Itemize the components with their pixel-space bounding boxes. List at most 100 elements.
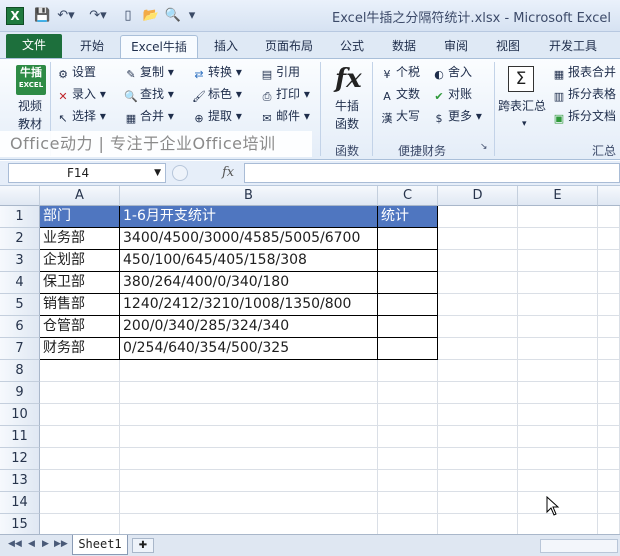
table-cell[interactable] [378, 250, 438, 272]
convert-button[interactable]: ⇄ 转换 ▾ [192, 62, 241, 82]
split-table-button[interactable]: ▥ 拆分表格 [552, 84, 616, 104]
table-cell[interactable]: 销售部 [40, 294, 120, 316]
grid-cell[interactable] [120, 492, 378, 514]
table-header-cell[interactable]: 统计 [378, 206, 438, 228]
print-button[interactable]: ⎙ 打印 ▾ [260, 84, 310, 104]
new-icon[interactable]: ▯ [120, 7, 136, 25]
grid-cell[interactable] [518, 404, 598, 426]
column-header-e[interactable]: E [518, 186, 598, 206]
quote-button[interactable]: ▤ 引用 [260, 62, 300, 82]
table-cell[interactable]: 450/100/645/405/158/308 [120, 250, 378, 272]
sheet-tab-sheet1[interactable]: Sheet1 [72, 535, 128, 555]
tab-page-layout[interactable]: 页面布局 [256, 35, 322, 58]
print-preview-icon[interactable]: 🔍 [164, 7, 182, 25]
grid-cell[interactable] [40, 382, 120, 404]
cross-sheet-sum-button[interactable]: 跨表汇总 [498, 96, 546, 116]
grid-cell[interactable] [598, 492, 620, 514]
grid-cell[interactable] [518, 272, 598, 294]
save-icon[interactable]: 💾 [34, 7, 50, 25]
open-icon[interactable]: 📂 [142, 7, 160, 25]
grid-cell[interactable] [378, 492, 438, 514]
find-button[interactable]: 🔍 查找 ▾ [124, 84, 174, 104]
tab-review[interactable]: 审阅 [434, 35, 478, 58]
grid-cell[interactable] [120, 404, 378, 426]
grid-cell[interactable] [378, 360, 438, 382]
row-header[interactable]: 12 [0, 448, 40, 470]
tab-developer[interactable]: 开发工具 [540, 35, 606, 58]
table-cell[interactable]: 3400/4500/3000/4585/5005/6700 [120, 228, 378, 250]
row-header[interactable]: 5 [0, 294, 40, 316]
table-header-cell[interactable]: 1-6月开支统计 [120, 206, 378, 228]
grid-cell[interactable] [378, 448, 438, 470]
grid-cell[interactable] [40, 404, 120, 426]
grid-cell[interactable] [598, 360, 620, 382]
tab-insert[interactable]: 插入 [204, 35, 248, 58]
table-cell[interactable] [378, 228, 438, 250]
tab-home[interactable]: 开始 [70, 35, 114, 58]
grid-cell[interactable] [598, 338, 620, 360]
uppercase-button[interactable]: 漢大写 [380, 106, 421, 126]
grid-cell[interactable] [120, 514, 378, 536]
column-header-c[interactable]: C [378, 186, 438, 206]
tax-button[interactable]: ¥ 个税 [380, 62, 421, 82]
table-cell[interactable]: 380/264/400/0/340/180 [120, 272, 378, 294]
grid-cell[interactable] [518, 206, 598, 228]
row-header[interactable]: 1 [0, 206, 40, 228]
grid-cell[interactable] [40, 492, 120, 514]
grid-cell[interactable] [518, 228, 598, 250]
fx-label-1[interactable]: 牛插 [335, 96, 359, 116]
table-cell[interactable]: 财务部 [40, 338, 120, 360]
grid-cell[interactable] [378, 514, 438, 536]
tab-file[interactable]: 文件 [6, 34, 62, 58]
grid-cell[interactable] [598, 206, 620, 228]
dialog-launcher-icon[interactable]: ↘ [480, 142, 488, 152]
excel-app-icon[interactable]: X [6, 7, 24, 25]
grid-cell[interactable] [438, 470, 518, 492]
table-cell[interactable]: 业务部 [40, 228, 120, 250]
select-all-corner[interactable] [0, 186, 40, 206]
grid-cell[interactable] [378, 404, 438, 426]
table-cell[interactable] [378, 338, 438, 360]
chevron-down-icon[interactable]: ▾ [522, 114, 527, 134]
copy-button[interactable]: ✎ 复制 ▾ [124, 62, 173, 82]
grid-cell[interactable] [438, 250, 518, 272]
select-button[interactable]: ↖ 选择 ▾ [56, 106, 105, 126]
grid-cell[interactable] [438, 382, 518, 404]
tab-view[interactable]: 视图 [486, 35, 530, 58]
horizontal-scrollbar[interactable] [540, 539, 618, 553]
grid-cell[interactable] [598, 272, 620, 294]
redo-icon[interactable]: ↷▾ [88, 7, 108, 25]
insert-sheet-icon[interactable]: ✚ [132, 538, 154, 553]
record-button[interactable]: ✕ 录入 ▾ [56, 84, 105, 104]
report-merge-button[interactable]: ▦ 报表合并 [552, 62, 616, 82]
grid-cell[interactable] [438, 228, 518, 250]
table-cell[interactable] [378, 294, 438, 316]
grid-cell[interactable] [518, 382, 598, 404]
table-cell[interactable]: 保卫部 [40, 272, 120, 294]
prev-sheet-icon[interactable]: ◀ [28, 539, 35, 549]
grid-cell[interactable] [518, 316, 598, 338]
niuchuang-logo-icon[interactable]: 牛插 EXCEL [16, 65, 46, 95]
grid-cell[interactable] [40, 470, 120, 492]
video-label-1[interactable]: 视频 [18, 96, 42, 116]
insert-function-icon[interactable]: fx [222, 165, 234, 180]
grid-cell[interactable] [518, 514, 598, 536]
grid-cell[interactable] [438, 404, 518, 426]
fx-label-2[interactable]: 函数 [335, 114, 359, 134]
next-sheet-icon[interactable]: ▶ [42, 539, 49, 549]
grid-cell[interactable] [598, 514, 620, 536]
last-sheet-icon[interactable]: ▶▶ [54, 539, 68, 549]
grid-cell[interactable] [438, 492, 518, 514]
column-header-f[interactable] [598, 186, 620, 206]
grid-cell[interactable] [438, 448, 518, 470]
grid-cell[interactable] [598, 294, 620, 316]
grid-cell[interactable] [518, 470, 598, 492]
table-cell[interactable]: 0/254/640/354/500/325 [120, 338, 378, 360]
table-cell[interactable]: 仓管部 [40, 316, 120, 338]
name-box[interactable]: F14 ▼ [8, 163, 166, 183]
grid-cell[interactable] [438, 338, 518, 360]
grid-cell[interactable] [120, 426, 378, 448]
grid-cell[interactable] [598, 404, 620, 426]
table-cell[interactable]: 200/0/340/285/324/340 [120, 316, 378, 338]
mail-button[interactable]: ✉ 邮件 ▾ [260, 106, 309, 126]
